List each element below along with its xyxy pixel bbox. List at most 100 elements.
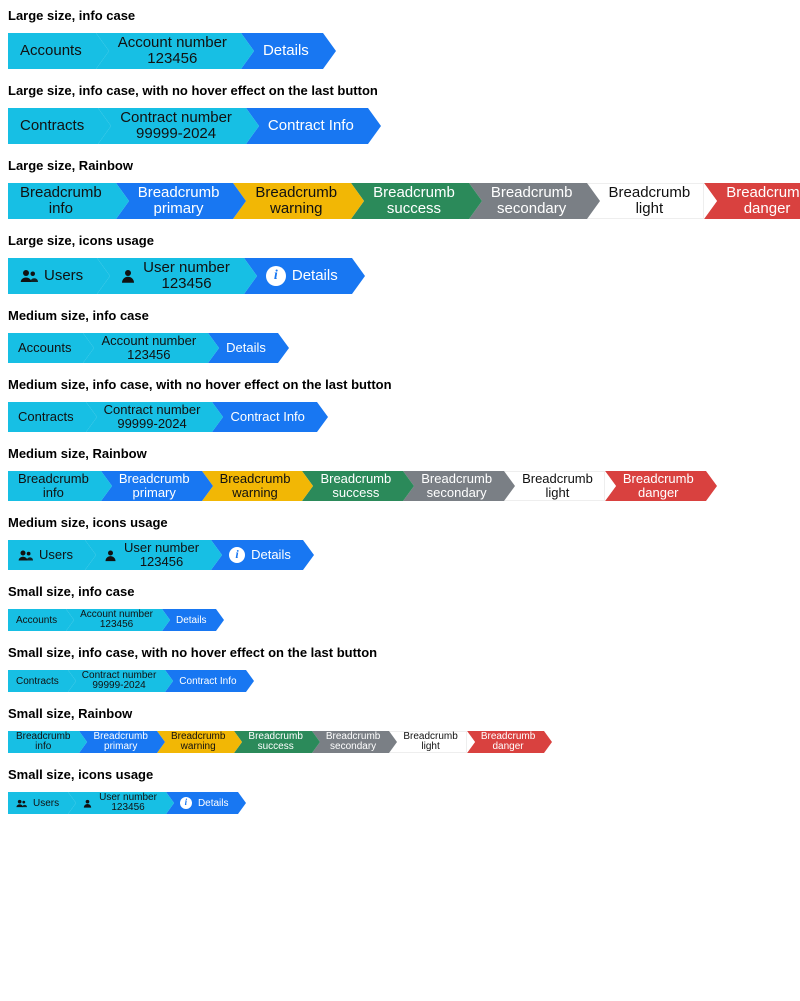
user-icon <box>119 267 137 285</box>
crumb-details[interactable]: i Details <box>211 540 303 570</box>
breadcrumb-bar: Breadcrumbinfo Breadcrumbprimary Breadcr… <box>8 183 792 219</box>
section-title: Small size, info case <box>8 584 792 599</box>
crumb-contracts[interactable]: Contracts <box>8 108 98 144</box>
crumb-label: Breadcrumbprimary <box>119 472 190 499</box>
crumb-label: Account number123456 <box>118 35 227 67</box>
crumb-contract-info[interactable]: Contract Info <box>165 670 245 692</box>
crumb-label: Users <box>39 548 73 562</box>
section-title: Large size, icons usage <box>8 233 792 248</box>
crumb-label: Contract number99999-2024 <box>104 403 201 430</box>
crumb-label: Accounts <box>18 341 71 355</box>
user-icon <box>103 548 118 563</box>
crumb-label: Details <box>263 43 309 60</box>
crumb-warning[interactable]: Breadcrumbwarning <box>233 183 351 219</box>
crumb-contract-info[interactable]: Contract Info <box>212 402 316 432</box>
crumb-danger[interactable]: Breadcrumbdanger <box>704 183 800 219</box>
crumb-label: Breadcrumbsuccess <box>248 732 302 753</box>
crumb-secondary[interactable]: Breadcrumbsecondary <box>312 731 389 753</box>
section-title: Medium size, icons usage <box>8 515 792 530</box>
users-icon <box>20 267 38 285</box>
crumb-label: Accounts <box>20 43 82 60</box>
crumb-warning[interactable]: Breadcrumbwarning <box>157 731 234 753</box>
crumb-danger[interactable]: Breadcrumbdanger <box>467 731 544 753</box>
crumb-secondary[interactable]: Breadcrumbsecondary <box>469 183 587 219</box>
crumb-label: Details <box>226 341 266 355</box>
crumb-contract-number[interactable]: Contract number99999-2024 <box>98 108 246 144</box>
crumb-account-number[interactable]: Account number123456 <box>83 333 208 363</box>
crumb-danger[interactable]: Breadcrumbdanger <box>605 471 706 501</box>
breadcrumb-bar: Accounts Account number123456 Details <box>8 333 792 363</box>
crumb-label: Breadcrumbwarning <box>171 732 225 753</box>
crumb-label: Contract Info <box>230 410 304 424</box>
crumb-details[interactable]: i Details <box>244 258 352 294</box>
crumb-success[interactable]: Breadcrumbsuccess <box>351 183 469 219</box>
crumb-users[interactable]: Users <box>8 258 97 294</box>
crumb-users[interactable]: Users <box>8 792 68 814</box>
crumb-label: Breadcrumbinfo <box>16 732 70 753</box>
crumb-accounts[interactable]: Accounts <box>8 333 83 363</box>
crumb-contract-number[interactable]: Contract number99999-2024 <box>86 402 213 432</box>
breadcrumb-bar: Accounts Account number123456 Details <box>8 33 792 69</box>
crumb-light[interactable]: Breadcrumblight <box>389 731 466 753</box>
crumb-label: Breadcrumbprimary <box>138 185 220 217</box>
crumb-label: User number123456 <box>99 793 157 814</box>
section-title: Large size, info case, with no hover eff… <box>8 83 792 98</box>
crumb-label: Breadcrumbwarning <box>255 185 337 217</box>
breadcrumb-bar: Breadcrumbinfo Breadcrumbprimary Breadcr… <box>8 471 792 501</box>
crumb-user-number[interactable]: User number123456 <box>85 540 211 570</box>
breadcrumb-bar: Contracts Contract number99999-2024 Cont… <box>8 108 792 144</box>
crumb-contracts[interactable]: Contracts <box>8 670 68 692</box>
users-icon <box>16 798 27 809</box>
crumb-label: Contract Info <box>268 118 354 135</box>
breadcrumb-bar: Users User number123456 i Details <box>8 792 792 814</box>
crumb-label: Details <box>176 615 207 626</box>
crumb-details[interactable]: Details <box>162 609 216 631</box>
users-icon <box>18 548 33 563</box>
crumb-light[interactable]: Breadcrumblight <box>504 471 605 501</box>
crumb-primary[interactable]: Breadcrumbprimary <box>79 731 156 753</box>
crumb-user-number[interactable]: User number123456 <box>68 792 166 814</box>
crumb-success[interactable]: Breadcrumbsuccess <box>302 471 403 501</box>
crumb-label: Details <box>198 798 229 809</box>
breadcrumb-bar: Contracts Contract number99999-2024 Cont… <box>8 670 792 692</box>
crumb-contracts[interactable]: Contracts <box>8 402 86 432</box>
crumb-info[interactable]: Breadcrumbinfo <box>8 731 79 753</box>
crumb-contract-number[interactable]: Contract number99999-2024 <box>68 670 165 692</box>
crumb-account-number[interactable]: Account number123456 <box>96 33 241 69</box>
crumb-label: Breadcrumbinfo <box>20 185 102 217</box>
crumb-users[interactable]: Users <box>8 540 85 570</box>
crumb-accounts[interactable]: Accounts <box>8 609 66 631</box>
crumb-accounts[interactable]: Accounts <box>8 33 96 69</box>
crumb-label: Breadcrumbdanger <box>623 472 694 499</box>
crumb-warning[interactable]: Breadcrumbwarning <box>202 471 303 501</box>
crumb-label: Accounts <box>16 615 57 626</box>
crumb-label: Contract number99999-2024 <box>82 671 156 692</box>
crumb-user-number[interactable]: User number123456 <box>97 258 244 294</box>
crumb-label: Breadcrumbwarning <box>220 472 291 499</box>
crumb-contract-info[interactable]: Contract Info <box>246 108 368 144</box>
crumb-label: Breadcrumbinfo <box>18 472 89 499</box>
crumb-label: Breadcrumbprimary <box>93 732 147 753</box>
crumb-label: Contracts <box>20 118 84 135</box>
crumb-primary[interactable]: Breadcrumbprimary <box>116 183 234 219</box>
crumb-secondary[interactable]: Breadcrumbsecondary <box>403 471 504 501</box>
info-icon: i <box>180 797 192 809</box>
section-title: Small size, icons usage <box>8 767 792 782</box>
crumb-label: Users <box>44 268 83 285</box>
crumb-label: User number123456 <box>124 541 199 568</box>
crumb-account-number[interactable]: Account number123456 <box>66 609 162 631</box>
section-title: Medium size, info case <box>8 308 792 323</box>
breadcrumb-bar: Users User number123456 i Details <box>8 258 792 294</box>
crumb-info[interactable]: Breadcrumbinfo <box>8 183 116 219</box>
crumb-info[interactable]: Breadcrumbinfo <box>8 471 101 501</box>
crumb-primary[interactable]: Breadcrumbprimary <box>101 471 202 501</box>
crumb-success[interactable]: Breadcrumbsuccess <box>234 731 311 753</box>
breadcrumb-bar: Breadcrumbinfo Breadcrumbprimary Breadcr… <box>8 731 792 753</box>
info-icon: i <box>266 266 286 286</box>
crumb-label: Contract number99999-2024 <box>120 110 232 142</box>
crumb-label: Users <box>33 798 59 809</box>
crumb-label: Breadcrumbsuccess <box>373 185 455 217</box>
crumb-details[interactable]: i Details <box>166 792 238 814</box>
crumb-label: Contract Info <box>179 676 236 687</box>
crumb-light[interactable]: Breadcrumblight <box>587 183 705 219</box>
